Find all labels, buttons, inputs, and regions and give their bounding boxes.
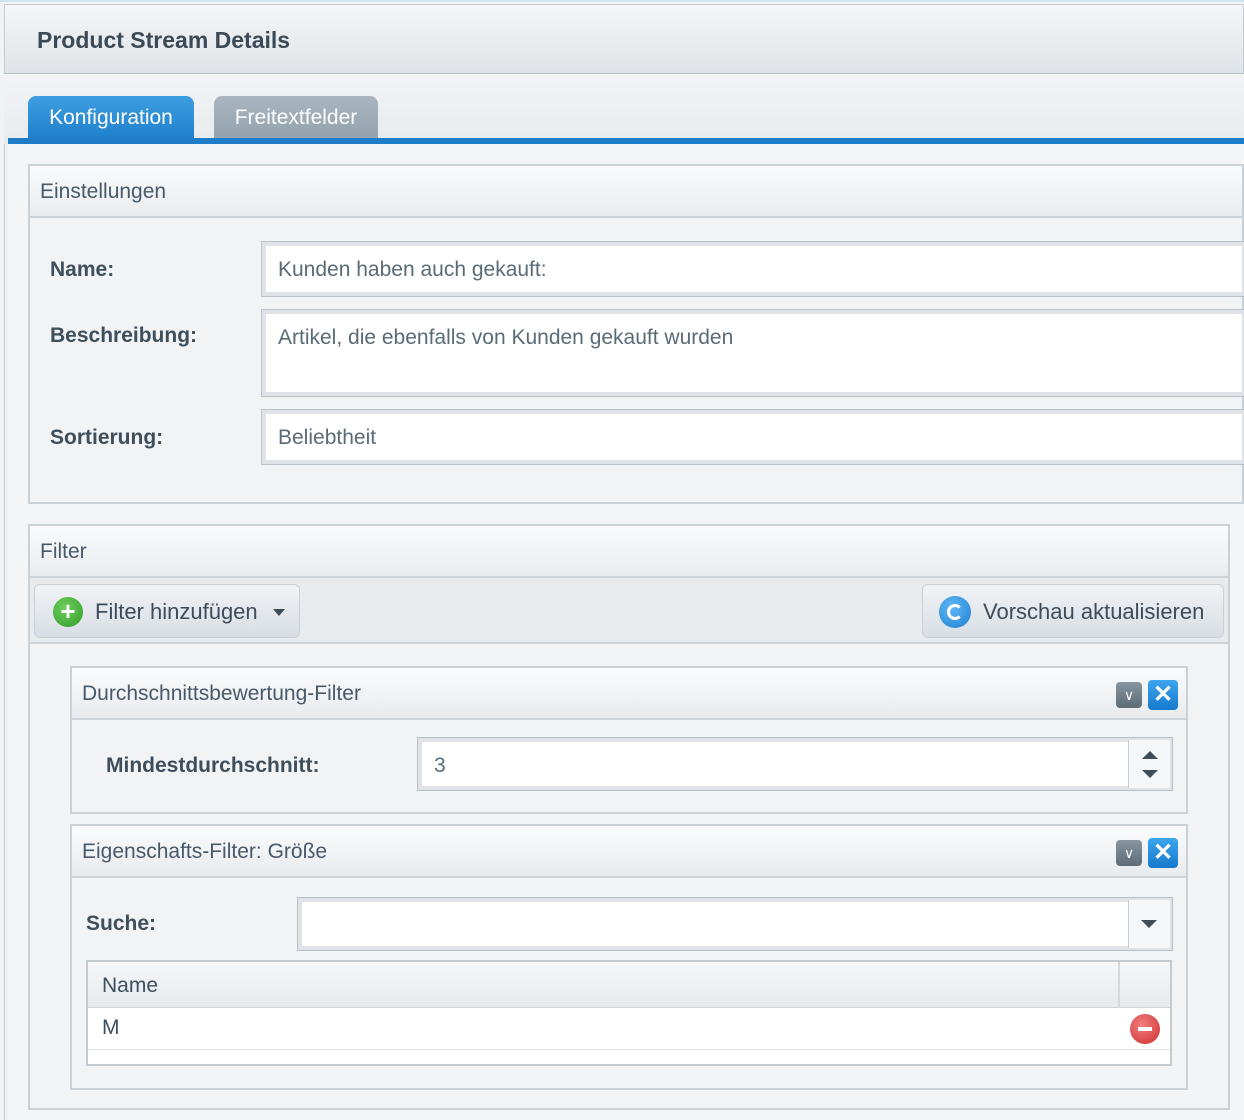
grid-header-name[interactable]: Name [102,974,158,998]
refresh-icon [939,596,971,628]
caret-down-icon [273,609,285,616]
filter-panel-title: Filter [40,540,87,563]
window-header: Product Stream Details [4,4,1244,74]
name-field[interactable]: Kunden haben auch gekauft: [261,241,1244,297]
plus-circle-icon: + [53,597,83,627]
property-filter-panel: Eigenschafts-Filter: Größe ∨ ✕ Suche: Na… [70,824,1188,1090]
tab-bar: Konfiguration Freitextfelder [4,74,1244,144]
grid-header: Name [88,962,1170,1008]
add-filter-button[interactable]: + Filter hinzufügen [34,584,300,638]
filter-panel: Filter + Filter hinzufügen Vorschau aktu… [28,524,1230,1110]
tab-content: Einstellungen Name: Kunden haben auch ge… [8,144,1244,1120]
grid-header-divider [1118,962,1120,1008]
chevron-down-icon [1141,920,1157,928]
window-title: Product Stream Details [37,27,291,53]
minus-circle-icon[interactable] [1130,1014,1160,1044]
collapse-icon[interactable]: ∨ [1116,682,1142,708]
filter-panel-header: Filter [30,526,1228,578]
settings-panel: Einstellungen Name: Kunden haben auch ge… [28,164,1244,504]
settings-panel-title: Einstellungen [40,180,167,203]
spin-down-icon[interactable] [1142,770,1158,778]
refresh-preview-button[interactable]: Vorschau aktualisieren [922,584,1224,638]
spin-up-icon[interactable] [1142,751,1158,759]
sort-label: Sortierung: [50,426,164,449]
sort-field[interactable]: Beliebtheit [261,409,1244,465]
grid-cell-name: M [102,1016,120,1039]
min-average-label: Mindestdurchschnitt: [106,754,320,777]
filter-toolbar: + Filter hinzufügen Vorschau aktualisier… [30,578,1228,644]
tab-konfiguration[interactable]: Konfiguration [28,96,194,140]
rating-filter-panel: Durchschnittsbewertung-Filter ∨ ✕ Mindes… [70,666,1188,814]
number-spinner[interactable] [1128,740,1170,788]
property-filter-header: Eigenschafts-Filter: Größe ∨ ✕ [72,826,1186,878]
tab-freitextfelder[interactable]: Freitextfelder [214,96,378,140]
search-label: Suche: [86,912,157,935]
name-label: Name: [50,258,115,281]
description-field[interactable]: Artikel, die ebenfalls von Kunden gekauf… [261,309,1244,397]
settings-panel-header: Einstellungen [30,166,1242,218]
add-filter-label: Filter hinzufügen [95,599,258,624]
property-filter-title: Eigenschafts-Filter: Größe [82,840,328,863]
product-stream-window: Product Stream Details Konfiguration Fre… [0,0,1244,1120]
rating-filter-title: Durchschnittsbewertung-Filter [82,682,361,705]
collapse-icon[interactable]: ∨ [1116,840,1142,866]
property-values-grid: Name M [86,960,1172,1066]
description-label: Beschreibung: [50,324,198,347]
min-average-field[interactable]: 3 [417,737,1173,791]
close-icon[interactable]: ✕ [1148,838,1178,868]
search-combo-trigger[interactable] [1128,900,1170,948]
rating-filter-header: Durchschnittsbewertung-Filter ∨ ✕ [72,668,1186,720]
refresh-preview-label: Vorschau aktualisieren [983,599,1205,624]
table-row[interactable]: M [88,1008,1170,1050]
search-combo-input[interactable] [297,897,1173,951]
close-icon[interactable]: ✕ [1148,680,1178,710]
